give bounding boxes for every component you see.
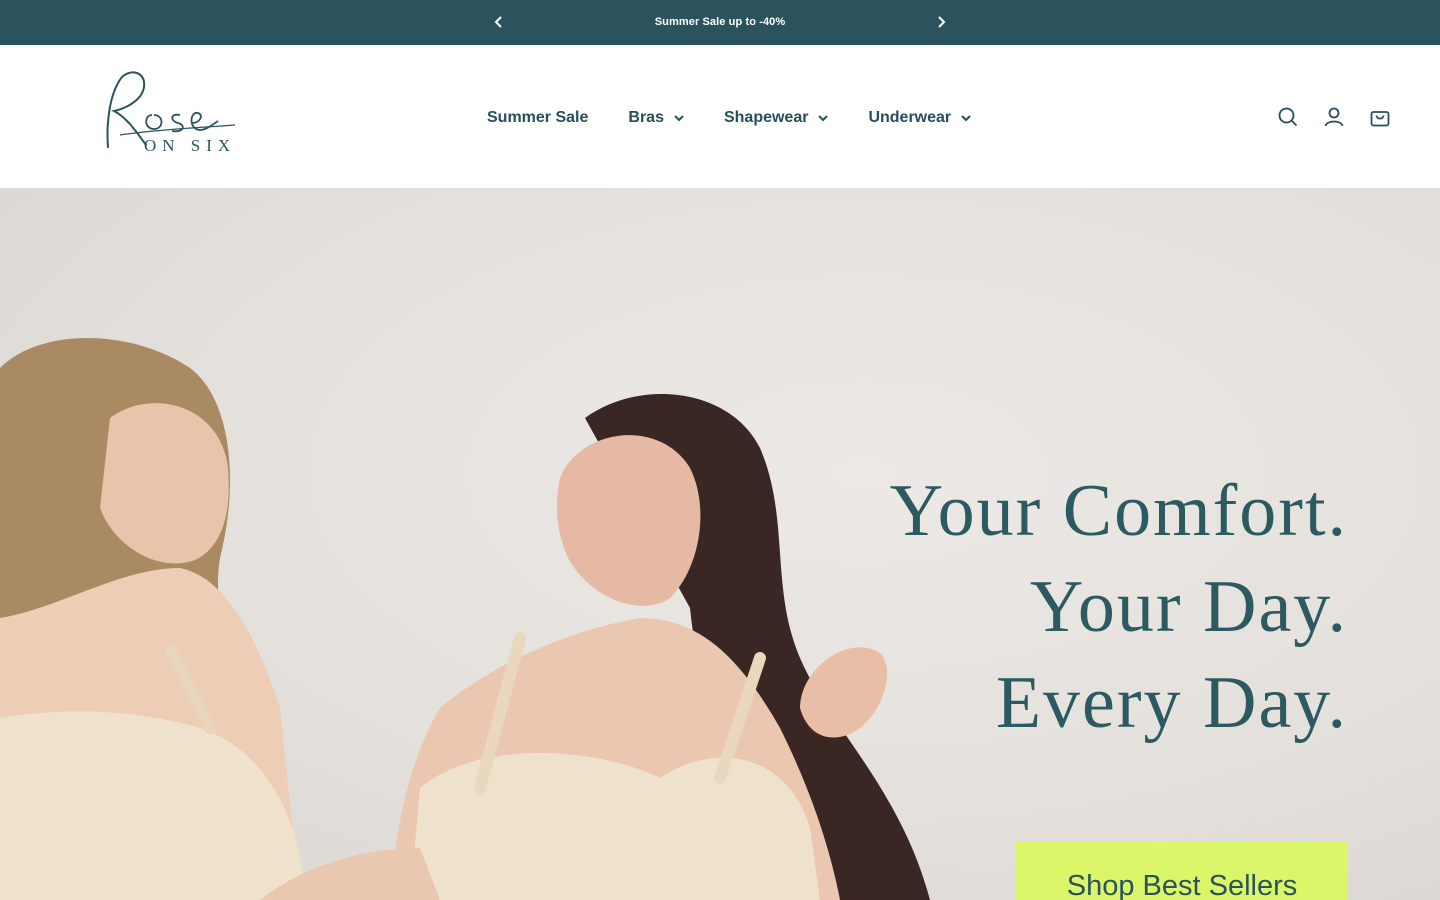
nav-label: Shapewear	[723, 109, 809, 126]
search-icon[interactable]	[1276, 105, 1300, 129]
chevron-down-icon	[961, 114, 971, 122]
chevron-down-icon	[818, 114, 829, 122]
chevron-right-icon[interactable]	[931, 12, 951, 32]
hero-banner: Your Comfort. Your Day. Every Day. Shop …	[0, 188, 1440, 900]
hero-headline: Your Comfort. Your Day. Every Day.	[890, 463, 1348, 751]
headline-line: Every Day.	[995, 662, 1348, 744]
nav-label: Bras	[628, 109, 664, 126]
nav-label: Underwear	[868, 109, 952, 126]
headline-line: Your Comfort.	[889, 470, 1348, 552]
cart-icon[interactable]	[1368, 105, 1392, 129]
nav-underwear[interactable]: Underwear	[868, 109, 971, 127]
announcement-message: Summer Sale up to -40%	[654, 16, 786, 28]
account-icon[interactable]	[1322, 105, 1346, 129]
header-actions	[1254, 105, 1392, 129]
nav-label: Summer Sale	[487, 109, 589, 126]
headline-line: Your Day.	[1029, 566, 1348, 648]
brand-logo[interactable]: ON SIX	[100, 67, 250, 159]
main-nav: Summer Sale Bras Shapewear Underwear	[487, 103, 971, 133]
site-header: ON SIX Summer Sale Bras Shapewear Underw…	[0, 45, 1440, 188]
nav-shapewear[interactable]: Shapewear	[723, 109, 829, 127]
announcement-bar: Summer Sale up to -40%	[0, 0, 1440, 45]
nav-bras[interactable]: Bras	[628, 109, 684, 127]
chevron-down-icon	[674, 114, 684, 122]
shop-best-sellers-button[interactable]: Shop Best Sellers	[1016, 842, 1348, 900]
nav-summer-sale[interactable]: Summer Sale	[487, 109, 588, 127]
svg-text:ON SIX: ON SIX	[144, 136, 236, 155]
